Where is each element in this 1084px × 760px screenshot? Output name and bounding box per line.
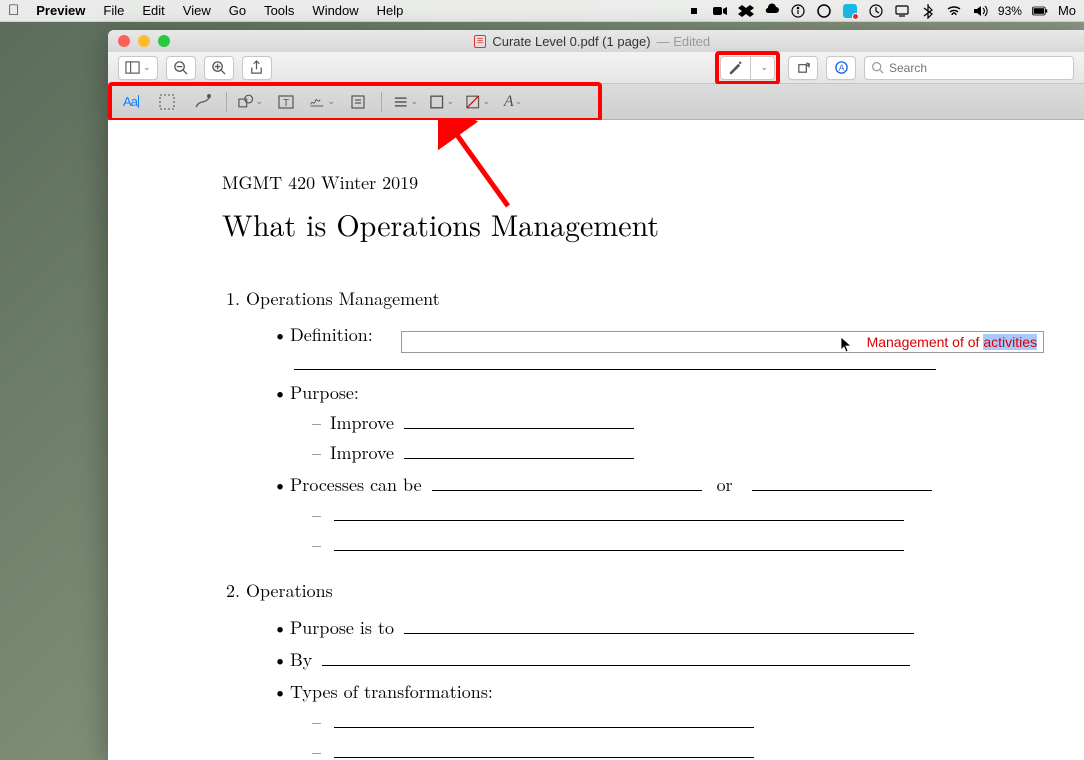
battery-icon[interactable]	[1032, 3, 1048, 19]
list-item: Purpose: Improve Improve	[272, 380, 970, 466]
menu-right: 93% Mo	[686, 3, 1076, 19]
primary-toolbar: ⌄ ⌄ A	[108, 52, 1084, 84]
window-edited-label: — Edited	[657, 34, 710, 49]
menu-extra-cc-icon[interactable]	[816, 3, 832, 19]
document-canvas[interactable]: MGMT 420 Winter 2019 What is Operations …	[108, 120, 1084, 760]
text-box-tool[interactable]: T	[273, 91, 299, 113]
share-button[interactable]	[242, 56, 272, 80]
menu-extra-dropbox-icon[interactable]	[738, 3, 754, 19]
list-item: By	[272, 647, 970, 673]
list-item: Operations Purpose is to By Types of tra…	[246, 578, 970, 760]
list-item: Improve	[312, 440, 970, 466]
menu-extra-timemachine-icon[interactable]	[868, 3, 884, 19]
annotation-text: Management of of activities	[867, 334, 1037, 350]
menubar-item-go[interactable]: Go	[220, 3, 255, 18]
window-title: Curate Level 0.pdf (1 page)	[492, 34, 650, 49]
menu-extra-bluetooth-icon[interactable]	[920, 3, 936, 19]
menubar-item-file[interactable]: File	[94, 3, 133, 18]
menu-extra-facetime-icon[interactable]	[712, 3, 728, 19]
course-header: MGMT 420 Winter 2019	[222, 170, 970, 196]
battery-percent[interactable]: 93%	[998, 4, 1022, 18]
rect-select-tool[interactable]	[154, 91, 180, 113]
page-title: What is Operations Management	[222, 202, 970, 246]
svg-text:T: T	[283, 98, 289, 109]
menu-left: Preview File Edit View Go Tools Window H…	[27, 3, 412, 18]
minimize-button[interactable]	[138, 35, 150, 47]
sketch-tool[interactable]	[190, 91, 216, 113]
font-style-tool[interactable]: A⌄	[500, 91, 526, 113]
document-type-icon: ≡	[474, 35, 486, 48]
menubar-item-edit[interactable]: Edit	[133, 3, 173, 18]
menu-extra-cloud-icon[interactable]	[764, 3, 780, 19]
note-tool[interactable]	[345, 91, 371, 113]
list-item: Improve	[312, 410, 970, 436]
list-item: Processes can be or	[272, 472, 970, 558]
sidebar-view-button[interactable]: ⌄	[118, 56, 158, 80]
menubar-item-view[interactable]: View	[174, 3, 220, 18]
fill-color-tool[interactable]: ⌄	[464, 91, 490, 113]
zoom-out-button[interactable]	[166, 56, 196, 80]
border-style-tool[interactable]: ⌄	[392, 91, 418, 113]
menubar-extra-text[interactable]: Mo	[1058, 3, 1076, 18]
markup-dropdown-button[interactable]: ⌄	[750, 56, 775, 80]
border-color-tool[interactable]: ⌄	[428, 91, 454, 113]
close-button[interactable]	[118, 35, 130, 47]
list-item	[312, 532, 970, 558]
menubar:  Preview File Edit View Go Tools Window…	[0, 0, 1084, 22]
window-titlebar[interactable]: ≡ Curate Level 0.pdf (1 page) — Edited	[108, 30, 1084, 52]
preview-window: ≡ Curate Level 0.pdf (1 page) — Edited ⌄…	[108, 30, 1084, 760]
menu-extra-square-icon[interactable]	[686, 3, 702, 19]
menubar-item-tools[interactable]: Tools	[255, 3, 303, 18]
pdf-page: MGMT 420 Winter 2019 What is Operations …	[108, 120, 1084, 760]
search-input[interactable]	[889, 61, 1067, 75]
annotation-arrow-left	[438, 120, 518, 212]
apple-menu-icon[interactable]: 	[8, 2, 19, 19]
menubar-app-name[interactable]: Preview	[27, 3, 94, 18]
shapes-tool[interactable]: ⌄	[237, 91, 263, 113]
menu-extra-info-icon[interactable]	[790, 3, 806, 19]
text-select-tool[interactable]: Aa	[118, 91, 144, 113]
sign-tool[interactable]: ⌄	[309, 91, 335, 113]
menu-extra-app-icon[interactable]	[842, 3, 858, 19]
window-traffic-lights	[118, 35, 170, 47]
rotate-button[interactable]	[788, 56, 818, 80]
list-item: Types of transformations:	[272, 679, 970, 760]
fullscreen-button[interactable]	[158, 35, 170, 47]
svg-text:A: A	[838, 62, 844, 72]
menubar-item-window[interactable]: Window	[303, 3, 367, 18]
markup-toolbar: Aa ⌄ T ⌄ ⌄ ⌄ ⌄ A⌄	[108, 84, 1084, 120]
search-icon	[871, 61, 884, 74]
markup-button-highlight: ⌄	[715, 51, 780, 85]
list-item	[312, 502, 970, 528]
list-item: Purpose is to	[272, 615, 970, 641]
zoom-in-button[interactable]	[204, 56, 234, 80]
text-annotation-box[interactable]: Management of of activities	[401, 331, 1044, 353]
list-item: Operations Management Definition: Purpos…	[246, 286, 970, 559]
menubar-item-help[interactable]: Help	[368, 3, 413, 18]
menu-extra-volume-icon[interactable]	[972, 3, 988, 19]
list-item	[312, 739, 970, 760]
cursor-icon	[840, 336, 854, 354]
markup-toggle-button[interactable]	[720, 56, 750, 80]
search-field[interactable]	[864, 56, 1074, 80]
menu-extra-wifi-icon[interactable]	[946, 3, 962, 19]
menu-extra-displays-icon[interactable]	[894, 3, 910, 19]
list-item	[312, 709, 970, 735]
inspector-button[interactable]: A	[826, 56, 856, 80]
